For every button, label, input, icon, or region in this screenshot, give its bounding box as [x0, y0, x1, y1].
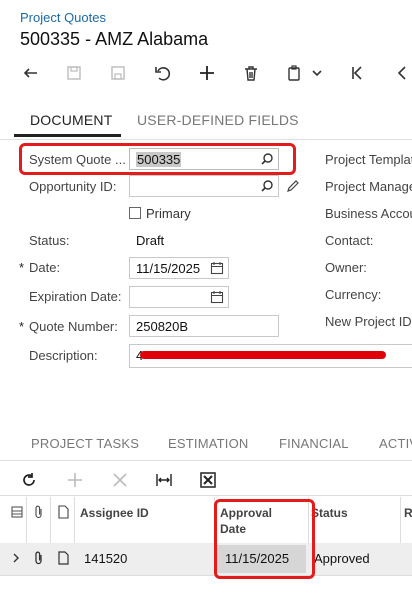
grid-header [0, 495, 412, 545]
new-project-id-label: New Project ID [325, 314, 412, 329]
calendar-icon[interactable] [210, 290, 224, 304]
assignee-id-cell[interactable]: 141520 [84, 551, 127, 566]
status-label: Status: [29, 233, 70, 248]
close-icon [113, 473, 127, 487]
project-template-label: Project Templat [325, 152, 412, 167]
assignee-id-header[interactable]: Assignee ID [80, 506, 149, 520]
description-label: Description: [29, 348, 98, 363]
note-icon[interactable] [58, 551, 69, 565]
quote-number-label: Quote Number: [29, 319, 118, 334]
excel-icon [200, 472, 216, 488]
add-row-button[interactable] [66, 468, 84, 492]
section-spacer [0, 395, 412, 396]
save-close-icon [67, 66, 81, 80]
save-button[interactable] [104, 58, 132, 88]
copy-paste-dropdown[interactable] [305, 58, 329, 88]
primary-label: Primary [146, 206, 191, 221]
date-value: 11/15/2025 [136, 261, 201, 276]
fit-width-icon [156, 474, 172, 486]
previous-record-button[interactable] [388, 58, 412, 88]
project-manager-label: Project Manage [325, 179, 412, 194]
redaction-mark [140, 351, 386, 359]
expiration-date-field[interactable] [129, 286, 229, 308]
note-icon [58, 505, 69, 519]
date-label: Date: [29, 260, 61, 275]
plus-icon [68, 473, 82, 487]
tab-divider [0, 460, 412, 461]
tab-financial[interactable]: FINANCIAL [279, 436, 349, 451]
calendar-icon[interactable] [210, 261, 224, 275]
required-mark: * [19, 319, 25, 334]
status-cell[interactable]: Approved [314, 551, 370, 566]
plus-icon [200, 66, 214, 80]
expiration-date-label: Expiration Date: [29, 289, 122, 304]
delete-button[interactable] [237, 58, 265, 88]
clipboard-icon [288, 65, 300, 81]
delete-row-button[interactable] [111, 468, 129, 492]
page-title: 500335 - AMZ Alabama [20, 29, 209, 49]
main-toolbar [0, 58, 412, 88]
attachment-icon[interactable] [33, 551, 45, 565]
chevron-down-icon [312, 70, 322, 77]
quote-number-field[interactable]: 250820B [129, 315, 279, 337]
tab-user-defined-fields[interactable]: USER-DEFINED FIELDS [137, 112, 299, 128]
tab-activities[interactable]: ACTIV [379, 436, 412, 451]
save-icon [111, 66, 125, 80]
breadcrumb[interactable]: Project Quotes [20, 10, 106, 25]
quote-number-value: 250820B [136, 319, 189, 334]
tab-document[interactable]: DOCUMENT [30, 112, 112, 128]
save-close-button[interactable] [60, 58, 88, 88]
search-icon[interactable] [260, 179, 274, 193]
tab-project-tasks[interactable]: PROJECT TASKS [31, 436, 139, 451]
refresh-icon [23, 473, 35, 486]
first-record-button[interactable] [343, 58, 371, 88]
fit-columns-button[interactable] [155, 468, 173, 492]
row-selector-icon [11, 506, 23, 518]
chevron-left-icon [397, 66, 406, 80]
system-quote-highlight [19, 143, 296, 175]
approval-date-highlight [214, 499, 315, 579]
tab-estimation[interactable]: ESTIMATION [168, 436, 248, 451]
primary-checkbox[interactable] [129, 207, 141, 219]
date-field[interactable]: 11/15/2025 [129, 257, 229, 279]
back-button[interactable] [17, 58, 45, 88]
contact-label: Contact: [325, 233, 374, 248]
export-excel-button[interactable] [199, 468, 217, 492]
status-header[interactable]: Status [311, 506, 348, 520]
trash-icon [245, 66, 257, 81]
first-record-icon [352, 66, 362, 80]
opportunity-id-field[interactable] [129, 175, 279, 197]
required-mark: * [19, 260, 25, 275]
undo-icon [155, 67, 171, 81]
back-arrow-icon [23, 68, 37, 78]
expand-row-icon[interactable] [11, 551, 21, 565]
add-button[interactable] [193, 58, 221, 88]
business-account-label: Business Accou [325, 206, 412, 221]
opportunity-label: Opportunity ID: [29, 179, 117, 194]
attachment-icon [35, 505, 42, 519]
owner-label: Owner: [325, 260, 367, 275]
refresh-button[interactable] [20, 468, 38, 492]
extra-column-header[interactable]: R [404, 506, 412, 520]
currency-label: Currency: [325, 287, 382, 302]
status-value: Draft [136, 233, 165, 248]
active-tab-indicator [14, 134, 121, 137]
pencil-icon[interactable] [286, 179, 300, 193]
undo-button[interactable] [148, 58, 176, 88]
copy-paste-button[interactable] [280, 58, 308, 88]
